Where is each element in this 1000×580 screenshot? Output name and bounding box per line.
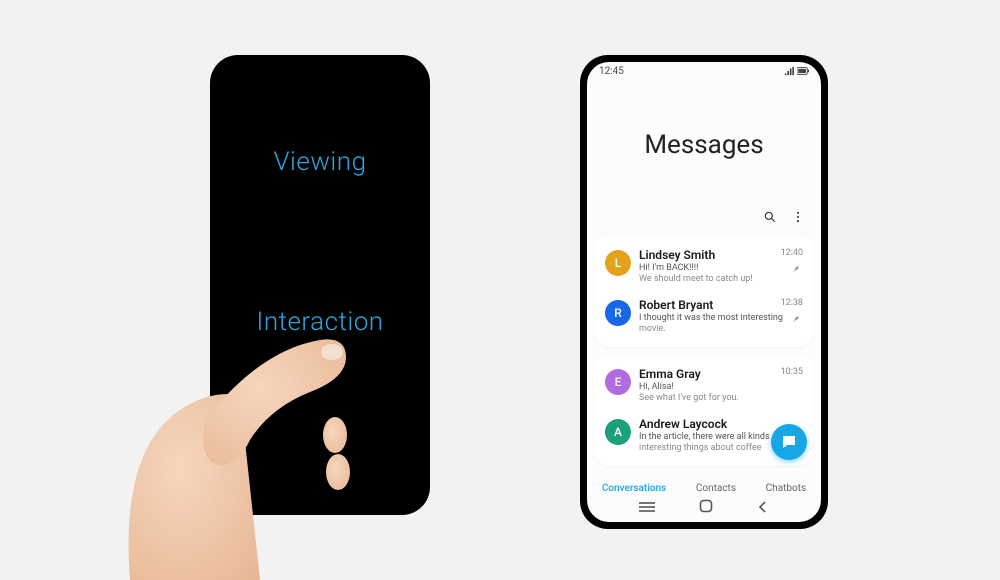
message-preview: See what I've got for you. [639, 393, 803, 404]
signal-icon [784, 66, 794, 76]
pinned-conversations-card: L Lindsey Smith Hi! I'm BACK!!!! We shou… [595, 236, 813, 347]
contact-name: Lindsey Smith [639, 248, 803, 262]
page-title: Messages [644, 130, 763, 160]
conversation-time: 12:40 [781, 248, 803, 258]
conversation-time: 10:35 [781, 367, 803, 377]
chat-icon [780, 433, 798, 451]
avatar: L [605, 250, 631, 276]
conversation-time: 12:38 [781, 298, 803, 308]
home-icon[interactable] [699, 498, 713, 517]
android-navbar [587, 496, 821, 522]
compose-fab[interactable] [771, 424, 807, 460]
contact-name: Robert Bryant [639, 298, 803, 312]
viewing-label: Viewing [210, 147, 430, 177]
conversation-row[interactable]: E Emma Gray Hi, Alisa! See what I've got… [601, 361, 807, 411]
bottom-tabs: Conversations Contacts Chatbots [587, 477, 821, 496]
battery-icon [797, 67, 809, 75]
interaction-label: Interaction [210, 307, 430, 337]
status-time: 12:45 [599, 66, 624, 77]
message-preview: Hi! I'm BACK!!!! [639, 263, 803, 274]
status-bar: 12:45 [587, 62, 821, 80]
tab-contacts[interactable]: Contacts [696, 483, 736, 494]
recents-icon[interactable] [639, 498, 655, 517]
tab-conversations[interactable]: Conversations [602, 483, 666, 494]
conversation-row[interactable]: L Lindsey Smith Hi! I'm BACK!!!! We shou… [601, 242, 807, 292]
more-icon[interactable] [791, 210, 805, 228]
avatar: A [605, 419, 631, 445]
back-icon[interactable] [757, 498, 769, 517]
message-preview: I thought it was the most interesting [639, 313, 803, 324]
contact-name: Emma Gray [639, 367, 803, 381]
pin-icon [791, 314, 801, 324]
message-preview: movie. [639, 324, 803, 335]
demo-phone-right: 12:45 Messages L Lindsey Sm [580, 55, 828, 529]
pin-icon [791, 264, 801, 274]
message-preview: Hi, Alisa! [639, 382, 803, 393]
toolbar [587, 210, 821, 236]
header: Messages [587, 80, 821, 210]
search-icon[interactable] [763, 210, 777, 228]
tab-chatbots[interactable]: Chatbots [766, 483, 806, 494]
avatar: R [605, 300, 631, 326]
avatar: E [605, 369, 631, 395]
message-preview: We should meet to catch up! [639, 274, 803, 285]
demo-phone-left: Viewing Interaction [210, 55, 430, 515]
conversation-row[interactable]: R Robert Bryant I thought it was the mos… [601, 292, 807, 342]
